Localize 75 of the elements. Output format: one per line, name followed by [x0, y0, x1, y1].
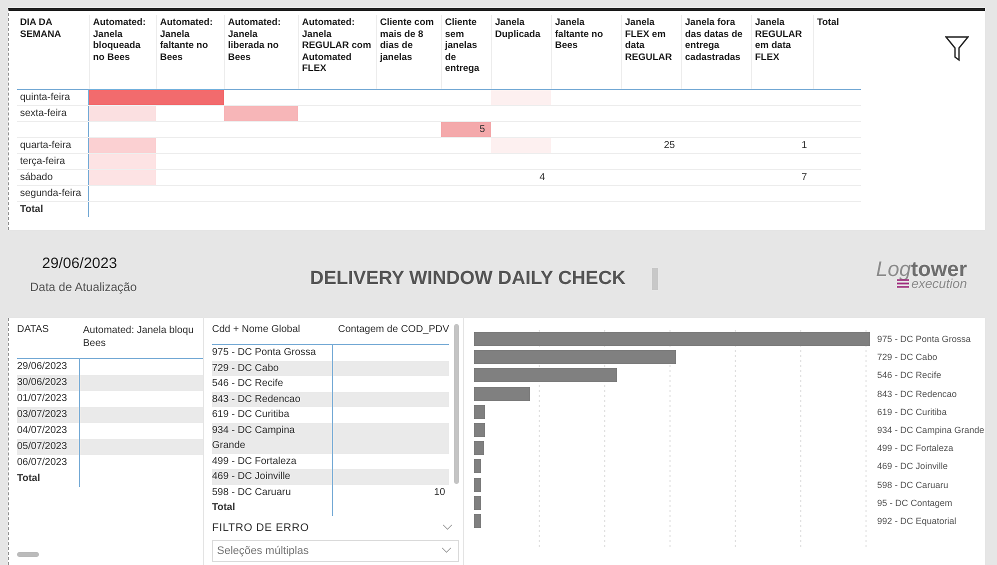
chevron-down-icon[interactable] — [442, 524, 454, 531]
date-cell: 06/07/2023 — [17, 455, 80, 471]
column-header[interactable]: Automated: Janela bloqu Bees — [79, 324, 203, 358]
column-header[interactable]: Automated: Janela faltante no Bees — [156, 15, 224, 89]
bar[interactable] — [474, 332, 870, 346]
bar-label: 546 - DC Recife — [877, 370, 942, 380]
cell-value: 1 — [801, 140, 807, 151]
chevron-down-icon — [441, 547, 452, 554]
bar[interactable] — [474, 350, 676, 364]
bar-label: 843 - DC Redencao — [877, 388, 957, 399]
bar-label: 729 - DC Cabo — [877, 352, 938, 362]
bar-label: 619 - DC Curitiba — [877, 406, 947, 417]
column-header[interactable]: Janela Duplicada — [491, 15, 551, 89]
bar[interactable] — [474, 423, 486, 438]
report-title: DELIVERY WINDOW DAILY CHECK — [310, 267, 626, 290]
column-header[interactable]: Cliente sem janelas de entrega — [441, 15, 491, 89]
day-label: segunda-feira — [20, 188, 82, 199]
column-header[interactable]: Total — [813, 15, 861, 89]
filter-icon[interactable] — [945, 35, 969, 63]
bar[interactable] — [474, 478, 481, 492]
bar[interactable] — [474, 368, 617, 382]
table-cell: 843 - DC Redencao — [212, 392, 333, 407]
cell-value: 4 — [539, 172, 545, 183]
bar-label: 469 - DC Joinville — [877, 461, 948, 472]
date-cell: 30/06/2023 — [17, 375, 80, 391]
column-header[interactable]: Janela REGULAR em data FLEX — [751, 15, 813, 89]
title-bar-mark — [652, 268, 658, 290]
scrollbar-thumb[interactable] — [454, 324, 460, 484]
day-label: terça-feira — [20, 156, 66, 167]
cell-value: 5 — [479, 124, 485, 135]
column-header[interactable]: Cdd + Nome Global — [212, 324, 332, 344]
total-label: Total — [212, 500, 333, 516]
table-cell: 729 - DC Cabo — [212, 360, 333, 376]
table-cell: 10 — [434, 486, 446, 498]
column-header[interactable]: Automated: Janela REGULAR com Automated FLEX — [298, 15, 376, 89]
day-label: quinta-feira — [20, 92, 70, 103]
day-label: quarta-feira — [20, 140, 72, 151]
column-header[interactable]: Janela faltante no Bees — [551, 15, 621, 89]
date-cell: 03/07/2023 — [17, 407, 80, 423]
bar[interactable] — [474, 441, 484, 456]
total-label: Total — [17, 471, 80, 487]
filter-title: FILTRO DE ERRO — [212, 522, 310, 534]
update-date: 29/06/2023 — [41, 254, 118, 272]
bar[interactable] — [474, 514, 481, 528]
cell-value: 7 — [801, 172, 807, 183]
cell-value: 25 — [664, 140, 675, 151]
column-header[interactable]: Janela fora das datas de entrega cadastradas — [681, 15, 751, 89]
column-header[interactable]: Janela FLEX em data REGULAR — [621, 15, 681, 89]
bar-label: 934 - DC Campina Grande — [877, 425, 984, 436]
total-label: Total — [20, 204, 44, 215]
bar-label: 499 - DC Fortaleza — [877, 443, 954, 454]
bar[interactable] — [474, 459, 482, 474]
bar-label: 95 - DC Contagem — [877, 498, 952, 508]
update-caption: Data de Atualização — [30, 280, 138, 294]
bar[interactable] — [474, 386, 530, 401]
menu-icon[interactable] — [897, 278, 910, 288]
column-header[interactable]: Cliente com mais de 8 dias de janelas — [376, 15, 441, 89]
bar[interactable] — [474, 404, 486, 419]
column-header[interactable]: DATAS — [17, 324, 79, 358]
column-header[interactable]: Automated: Janela liberada no Bees — [224, 15, 298, 89]
table-cell: 469 - DC Joinville — [212, 469, 333, 484]
scrollbar-thumb[interactable] — [17, 552, 39, 557]
column-header[interactable]: DIA DA SEMANA — [17, 15, 89, 89]
bar-label: 598 - DC Caruaru — [877, 480, 948, 490]
day-label: sábado — [20, 172, 53, 183]
multi-select-dropdown[interactable]: Seleções múltiplas — [212, 540, 460, 562]
bar-label: 992 - DC Equatorial — [877, 516, 956, 526]
table-cell: 934 - DC Campina Grande — [212, 422, 333, 454]
bar-label: 975 - DC Ponta Grossa — [877, 334, 971, 344]
day-label: sexta-feira — [20, 108, 67, 119]
column-header[interactable]: Contagem de COD_PDV — [332, 324, 450, 344]
bar[interactable] — [474, 496, 481, 510]
table-cell: 598 - DC Caruaru — [212, 484, 333, 500]
date-cell: 05/07/2023 — [17, 439, 80, 455]
column-header[interactable]: Automated: Janela bloqueada no Bees — [89, 15, 156, 89]
